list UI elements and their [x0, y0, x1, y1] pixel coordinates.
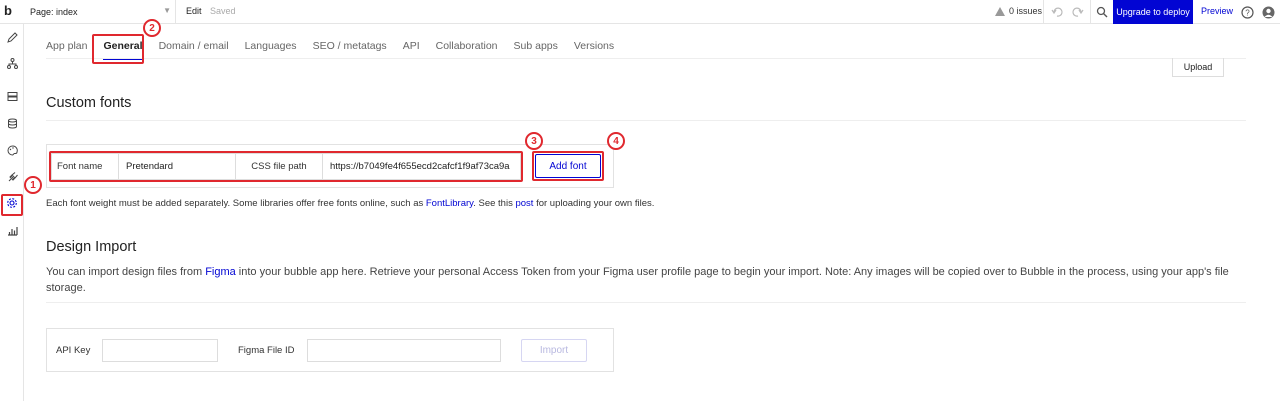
tab-sub-apps[interactable]: Sub apps [514, 40, 558, 60]
upgrade-to-deploy-button[interactable]: Upgrade to deploy [1113, 0, 1193, 24]
highlight-font-row [49, 151, 523, 182]
tab-versions[interactable]: Versions [574, 40, 614, 60]
tab-seo-metatags[interactable]: SEO / metatags [313, 40, 387, 60]
font-help-prefix: Each font weight must be added separatel… [46, 198, 426, 209]
svg-text:?: ? [1245, 8, 1250, 17]
pencil-icon[interactable] [4, 29, 20, 45]
annotation-badge-1: 1 [24, 176, 42, 194]
figma-link[interactable]: Figma [205, 266, 236, 278]
tab-languages[interactable]: Languages [245, 40, 297, 60]
tab-domain-email[interactable]: Domain / email [159, 40, 229, 60]
annotation-badge-4: 4 [607, 132, 625, 150]
edit-menu[interactable]: Edit [186, 6, 202, 16]
design-text-prefix: You can import design files from [46, 266, 206, 278]
palette-icon[interactable] [4, 142, 20, 158]
preview-link[interactable]: Preview [1201, 6, 1233, 16]
bubble-logo[interactable]: b [4, 3, 12, 18]
font-help-mid: . See this [473, 198, 516, 209]
figma-file-id-input[interactable] [307, 339, 501, 362]
page-selector-label: Page: index [30, 7, 78, 17]
annotation-badge-3: 3 [525, 132, 543, 150]
tab-collaboration[interactable]: Collaboration [436, 40, 498, 60]
font-help-text: Each font weight must be added separatel… [46, 198, 654, 209]
separator [1090, 0, 1091, 24]
data-icon[interactable] [4, 88, 20, 104]
highlight-add-font-button [532, 151, 604, 181]
warning-icon [995, 6, 1005, 16]
search-icon[interactable] [1094, 4, 1110, 20]
section-divider [46, 302, 1246, 303]
highlight-settings-icon [1, 194, 23, 216]
issues-indicator[interactable]: 0 issues [995, 6, 1042, 16]
undo-icon[interactable] [1049, 4, 1065, 20]
issues-count: 0 issues [1009, 6, 1043, 16]
highlight-general-tab [92, 34, 144, 64]
api-key-label: API Key [56, 345, 91, 356]
redo-icon[interactable] [1070, 4, 1086, 20]
tab-api[interactable]: API [403, 40, 420, 60]
tabs-divider [46, 58, 1246, 59]
help-icon[interactable]: ? [1239, 4, 1255, 20]
section-divider [46, 120, 1246, 121]
saved-status: Saved [210, 6, 236, 16]
design-import-description: You can import design files from Figma i… [46, 264, 1246, 296]
workflow-icon[interactable] [4, 55, 20, 71]
user-avatar-icon[interactable] [1260, 4, 1276, 20]
tab-app-plan[interactable]: App plan [46, 40, 87, 60]
import-button[interactable]: Import [521, 339, 587, 362]
top-bar: b Page: index ▼ Edit Saved 0 issues Upgr… [0, 0, 1280, 24]
chevron-down-icon: ▼ [163, 6, 171, 15]
annotation-badge-2: 2 [143, 19, 161, 37]
figma-file-id-label: Figma File ID [238, 345, 295, 356]
api-key-input[interactable] [102, 339, 218, 362]
post-link[interactable]: post [515, 198, 533, 209]
database-icon[interactable] [4, 115, 20, 131]
fontlibrary-link[interactable]: FontLibrary [426, 198, 473, 209]
separator [1043, 0, 1044, 24]
font-help-suffix: for uploading your own files. [533, 198, 655, 209]
design-import-heading: Design Import [46, 239, 137, 255]
upload-button[interactable]: Upload [1172, 58, 1224, 77]
custom-fonts-heading: Custom fonts [46, 95, 132, 111]
chart-icon[interactable] [4, 222, 20, 238]
plugin-icon[interactable] [4, 169, 20, 185]
